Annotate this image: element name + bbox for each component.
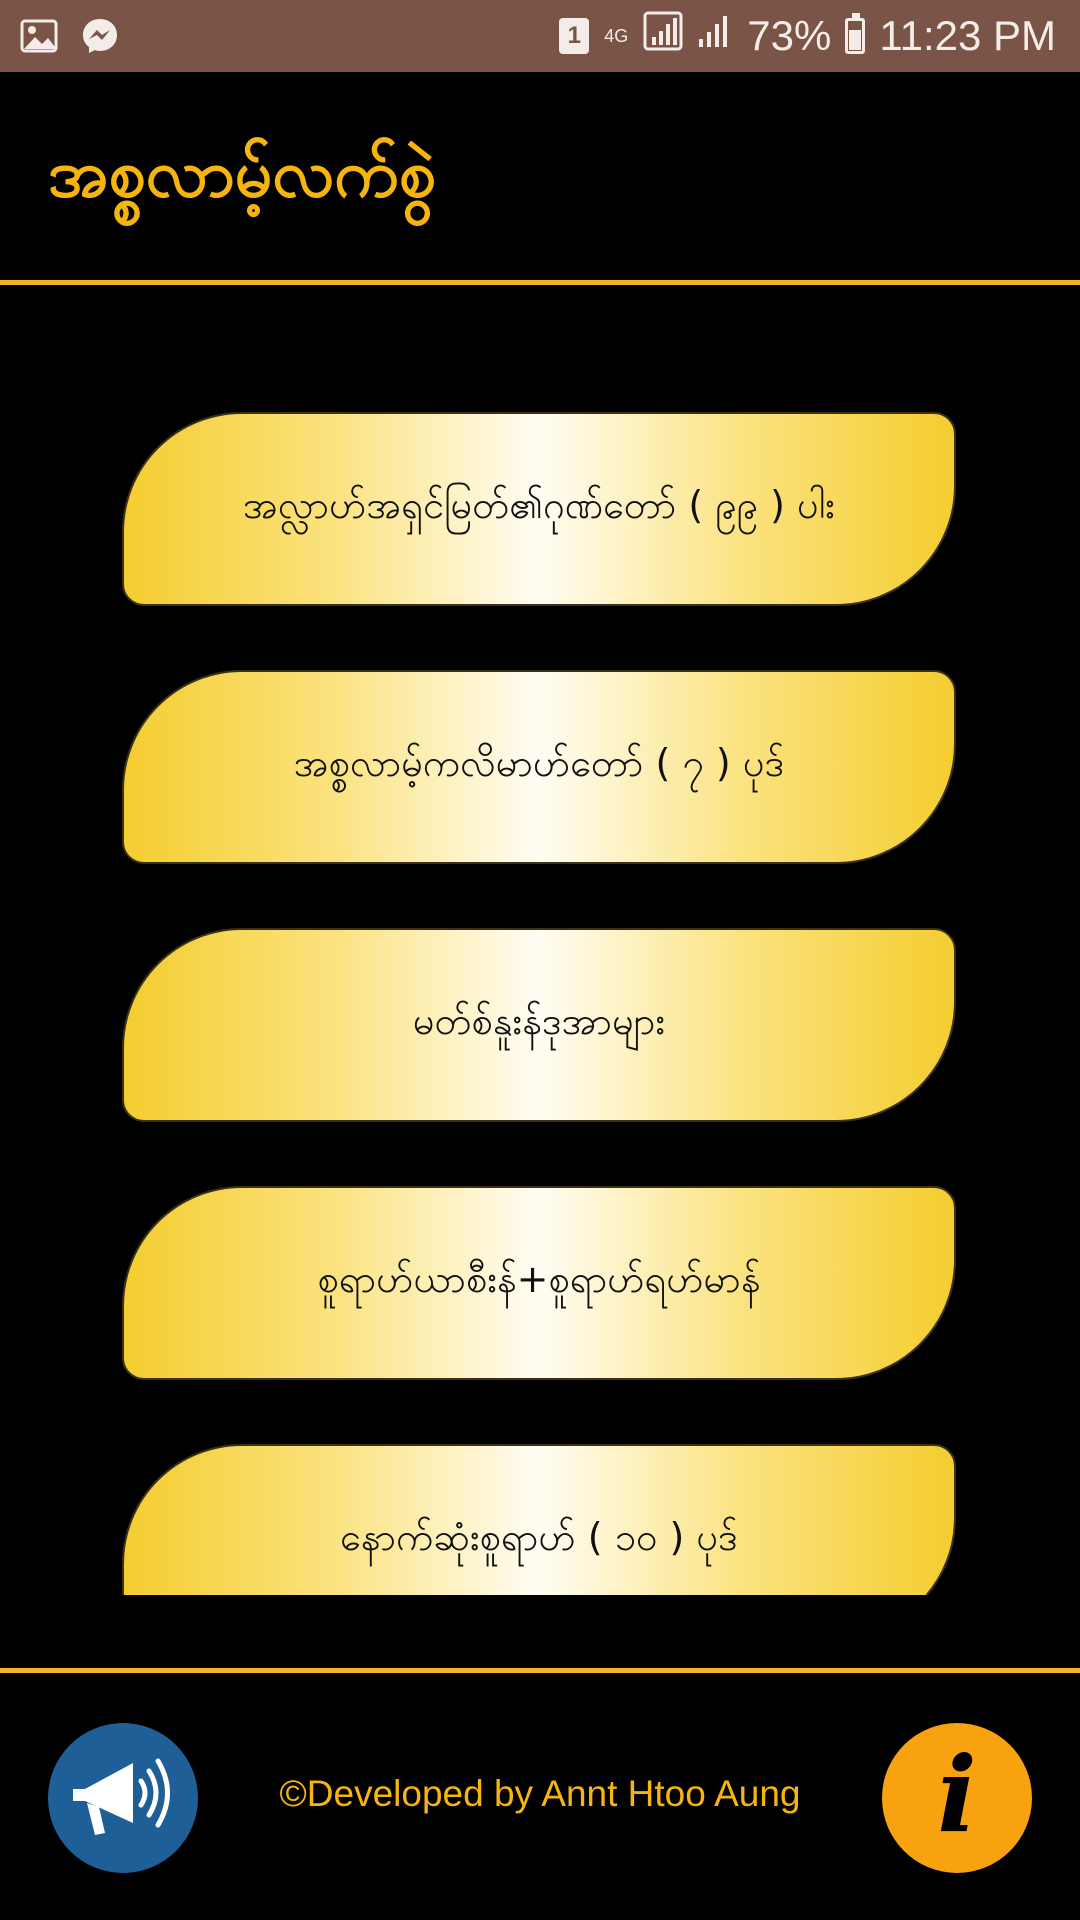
menu-item-seven-kalimas[interactable]: အစ္စလာမ့်ကလိမာဟ်တော် ( ၇ ) ပုဒ်	[122, 670, 956, 864]
developer-credit: ©Developed by Annt Htoo Aung	[279, 1773, 801, 1814]
menu-item-yasin-rahman[interactable]: စူရာဟ်ယာစီးန်+စူရာဟ်ရဟ်မာန်	[122, 1186, 956, 1380]
signal-secondary-icon	[697, 11, 733, 61]
menu-item-label: အစ္စလာမ့်ကလိမာဟ်တော် ( ၇ ) ပုဒ်	[293, 741, 785, 785]
menu-item-last-ten-surahs[interactable]: နောက်ဆုံးစူရာဟ် ( ၁၀ ) ပုဒ်	[122, 1444, 956, 1595]
announce-button[interactable]	[48, 1723, 198, 1873]
battery-icon	[845, 13, 866, 54]
status-right-icons: 1 4G 73% 11:23 PM	[559, 0, 1056, 72]
menu-item-masnun-duas[interactable]: မတ်စ်နူးန်ဒုအာများ	[122, 928, 956, 1122]
status-left-icons	[20, 16, 120, 60]
status-bar: 1 4G 73% 11:23 PM	[0, 0, 1080, 72]
battery-fill	[849, 30, 862, 50]
image-icon	[20, 17, 58, 59]
signal-icon	[643, 11, 683, 61]
info-icon: i	[937, 1733, 977, 1856]
notification-badge: 1	[559, 18, 590, 54]
app-header: အစ္စလာမ့်လက်စွဲ	[0, 72, 1080, 280]
info-button[interactable]: i	[882, 1723, 1032, 1873]
network-type: 4G	[604, 26, 629, 46]
messenger-icon	[80, 16, 120, 60]
megaphone-icon	[63, 1741, 183, 1855]
menu-item-label: စူရာဟ်ယာစီးန်+စူရာဟ်ရဟ်မာန်	[317, 1257, 761, 1301]
menu-item-label: အလ္လာဟ်အရှင်မြတ်၏ဂုဏ်တော် ( ၉၉ ) ပါး	[243, 483, 835, 527]
menu-item-label: နောက်ဆုံးစူရာဟ် ( ၁၀ ) ပုဒ်	[340, 1515, 738, 1559]
footer: ©Developed by Annt Htoo Aung i	[0, 1673, 1080, 1920]
menu-list: အလ္လာဟ်အရှင်မြတ်၏ဂုဏ်တော် ( ၉၉ ) ပါး အစ္…	[0, 285, 1080, 1595]
menu-item-allah-99-names[interactable]: အလ္လာဟ်အရှင်မြတ်၏ဂုဏ်တော် ( ၉၉ ) ပါး	[122, 412, 956, 606]
battery-percent: 73%	[747, 12, 832, 59]
clock: 11:23 PM	[879, 12, 1056, 59]
menu-item-label: မတ်စ်နူးန်ဒုအာများ	[412, 999, 666, 1043]
app-title: အစ္စလာမ့်လက်စွဲ	[48, 134, 437, 212]
